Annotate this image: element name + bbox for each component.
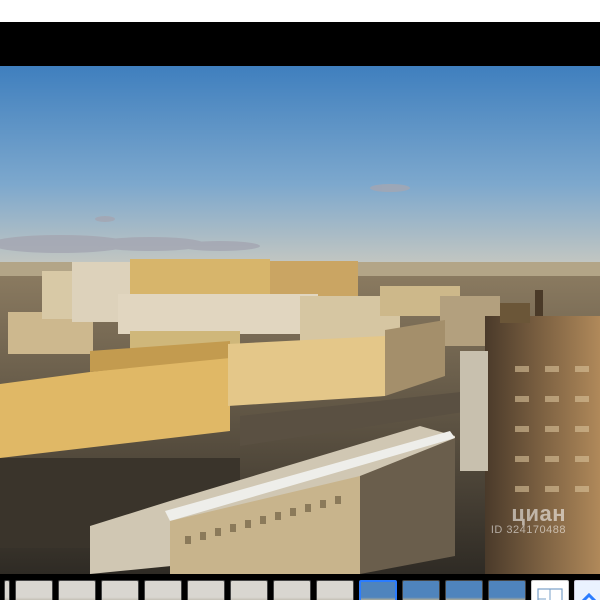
thumb-interior-5[interactable] [187,579,225,600]
thumb-interior-partial[interactable] [4,579,10,600]
thumb-view-4[interactable] [488,579,526,600]
thumb-interior-1[interactable] [15,579,53,600]
thumb-view-3[interactable] [445,579,483,600]
city-panorama [0,66,600,574]
thumb-interior-4[interactable] [144,579,182,600]
thumb-interior-2[interactable] [58,579,96,600]
main-photo[interactable]: циан ID 324170488 [0,66,600,574]
thumbnail-strip [0,575,600,600]
watermark-id: ID 324170488 [490,524,566,536]
thumb-interior-8[interactable] [316,579,354,600]
thumb-interior-6[interactable] [230,579,268,600]
chevron-up-icon [581,592,597,600]
photo-viewer: циан ID 324170488 [0,22,600,600]
thumb-view-2[interactable] [402,579,440,600]
thumb-more[interactable] [574,579,600,600]
thumb-view-active[interactable] [359,579,397,600]
floor-plan-icon [537,587,563,600]
top-bar [0,0,600,23]
thumb-interior-3[interactable] [101,579,139,600]
thumb-floor-plan[interactable] [531,579,569,600]
thumb-interior-7[interactable] [273,579,311,600]
watermark: циан ID 324170488 [491,501,566,536]
